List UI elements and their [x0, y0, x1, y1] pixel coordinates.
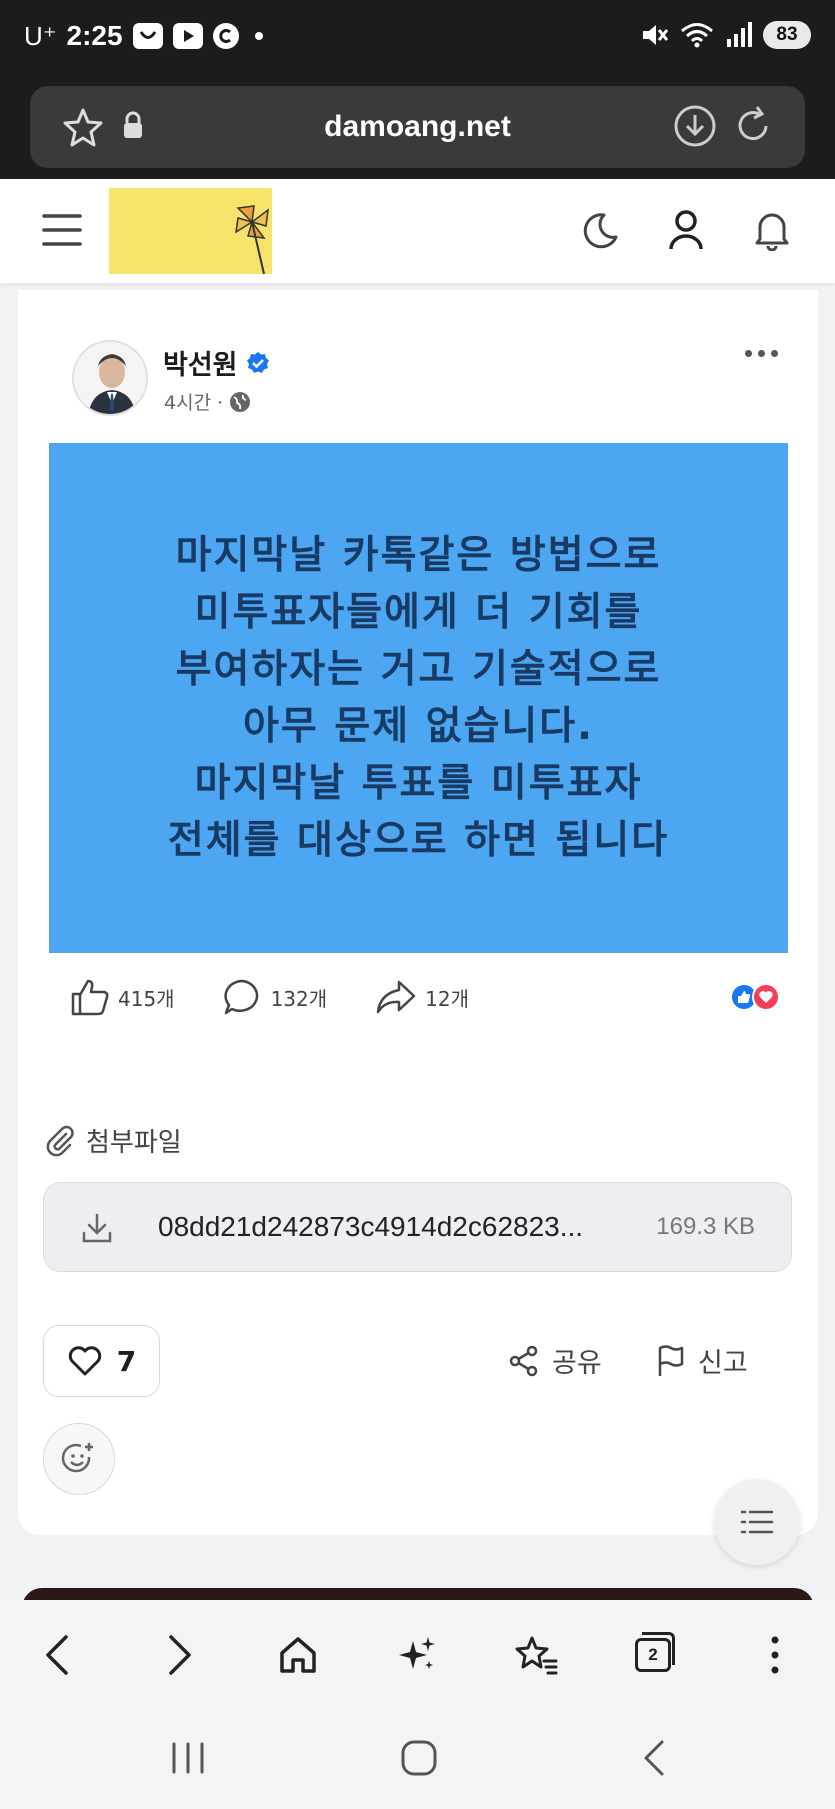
- chevron-right-icon: [169, 1635, 191, 1675]
- back-nav-icon[interactable]: [640, 1738, 668, 1778]
- share-count-text: 12개: [425, 986, 470, 1011]
- bookmarks-button[interactable]: [511, 1630, 561, 1680]
- sparkle-icon: [399, 1637, 435, 1669]
- address-bar[interactable]: damoang.net: [30, 86, 805, 168]
- share-icon: [509, 1345, 538, 1376]
- forward-button[interactable]: [155, 1630, 205, 1680]
- menu-icon[interactable]: [42, 212, 82, 248]
- battery-indicator: 83: [763, 21, 811, 49]
- verified-badge-icon: [246, 351, 269, 373]
- status-bar: U⁺ 2:25 83: [0, 0, 835, 86]
- toc-fab-button[interactable]: [714, 1479, 800, 1565]
- flag-icon: [658, 1344, 684, 1376]
- mute-icon: [643, 25, 669, 45]
- c-app-icon: [212, 23, 239, 49]
- report-label: 신고: [698, 1348, 748, 1379]
- share-button[interactable]: 공유: [508, 1341, 602, 1380]
- comment-count[interactable]: 132개: [223, 978, 328, 1016]
- notification-app-icon: [132, 23, 163, 49]
- star-list-icon: [515, 1636, 558, 1675]
- attachments-header: 첨부파일: [44, 1122, 182, 1159]
- reload-icon[interactable]: [731, 104, 775, 148]
- emoji-add-icon: [61, 1443, 93, 1473]
- notification-dot-icon: [254, 32, 263, 40]
- share-count[interactable]: 12개: [375, 979, 469, 1015]
- reaction-emojis[interactable]: [730, 983, 780, 1011]
- post-meta: 4시간 ·: [164, 388, 251, 415]
- comment-icon: [223, 979, 258, 1015]
- carrier-label: U⁺: [24, 20, 57, 51]
- heart-icon: [68, 1346, 101, 1376]
- home-button[interactable]: [273, 1630, 323, 1680]
- pinwheel-icon: [235, 205, 269, 275]
- author-avatar[interactable]: [72, 340, 148, 416]
- report-button[interactable]: 신고: [656, 1341, 748, 1380]
- like-button[interactable]: 7: [43, 1325, 160, 1397]
- more-options-icon[interactable]: [745, 350, 778, 357]
- globe-icon: [230, 391, 251, 412]
- back-button[interactable]: [32, 1630, 82, 1680]
- like-count-text: 415개: [118, 986, 175, 1011]
- home-icon: [280, 1637, 316, 1673]
- attachments-title: 첨부파일: [86, 1128, 182, 1158]
- attachment-file[interactable]: 08dd21d242873c4914d2c62823... 169.3 KB: [43, 1182, 792, 1272]
- clock: 2:25: [66, 20, 123, 51]
- attachment-filename: 08dd21d242873c4914d2c62823...: [158, 1211, 584, 1242]
- site-header: [0, 179, 835, 283]
- like-button-count: 7: [116, 1344, 137, 1378]
- recent-apps-icon[interactable]: [170, 1740, 206, 1776]
- share-label: 공유: [552, 1348, 602, 1379]
- wifi-icon: [681, 23, 713, 48]
- youtube-icon: [172, 23, 203, 49]
- user-icon[interactable]: [668, 209, 704, 251]
- post-time[interactable]: 4시간 ·: [164, 388, 223, 415]
- attachment-filesize: 169.3 KB: [656, 1213, 755, 1240]
- browser-toolbar: 2: [0, 1600, 835, 1708]
- more-menu-button[interactable]: [750, 1630, 800, 1680]
- tabs-button[interactable]: 2: [628, 1630, 678, 1680]
- post-image: 마지막날 카톡같은 방법으로 미투표자들에게 더 기회를 부여하자는 거고 기술…: [49, 443, 788, 953]
- add-emoji-button[interactable]: [43, 1423, 115, 1495]
- signal-icon: [727, 22, 752, 47]
- notification-bell-icon[interactable]: [752, 209, 792, 251]
- download-icon: [82, 1213, 112, 1243]
- post-card: 박선원 4시간 · 마지막날 카톡같은 방법으로 미투표자들에게 더 기회를 부…: [18, 290, 818, 1535]
- system-navigation-bar: [0, 1708, 835, 1809]
- reaction-bar: 415개 132개 12개: [70, 973, 780, 1021]
- ai-assistant-button[interactable]: [392, 1630, 442, 1680]
- like-count[interactable]: 415개: [70, 978, 175, 1016]
- share-arrow-icon: [376, 980, 416, 1014]
- list-icon: [740, 1510, 774, 1534]
- author-name[interactable]: 박선원: [163, 343, 238, 382]
- home-nav-icon[interactable]: [400, 1739, 438, 1777]
- more-vertical-icon: [771, 1636, 779, 1674]
- tab-count: 2: [635, 1632, 675, 1672]
- browser-top-bar: damoang.net: [0, 86, 835, 179]
- paperclip-icon: [46, 1125, 74, 1156]
- download-icon[interactable]: [673, 104, 717, 148]
- love-reaction-icon: [752, 983, 780, 1011]
- chevron-left-icon: [46, 1635, 68, 1675]
- site-logo[interactable]: [109, 188, 272, 275]
- post-image-text: 마지막날 카톡같은 방법으로 미투표자들에게 더 기회를 부여하자는 거고 기술…: [167, 533, 670, 863]
- thumbs-up-icon: [71, 979, 109, 1016]
- author-name-row: 박선원: [163, 343, 270, 382]
- dark-mode-icon[interactable]: [580, 211, 620, 251]
- comment-count-text: 132개: [270, 986, 328, 1011]
